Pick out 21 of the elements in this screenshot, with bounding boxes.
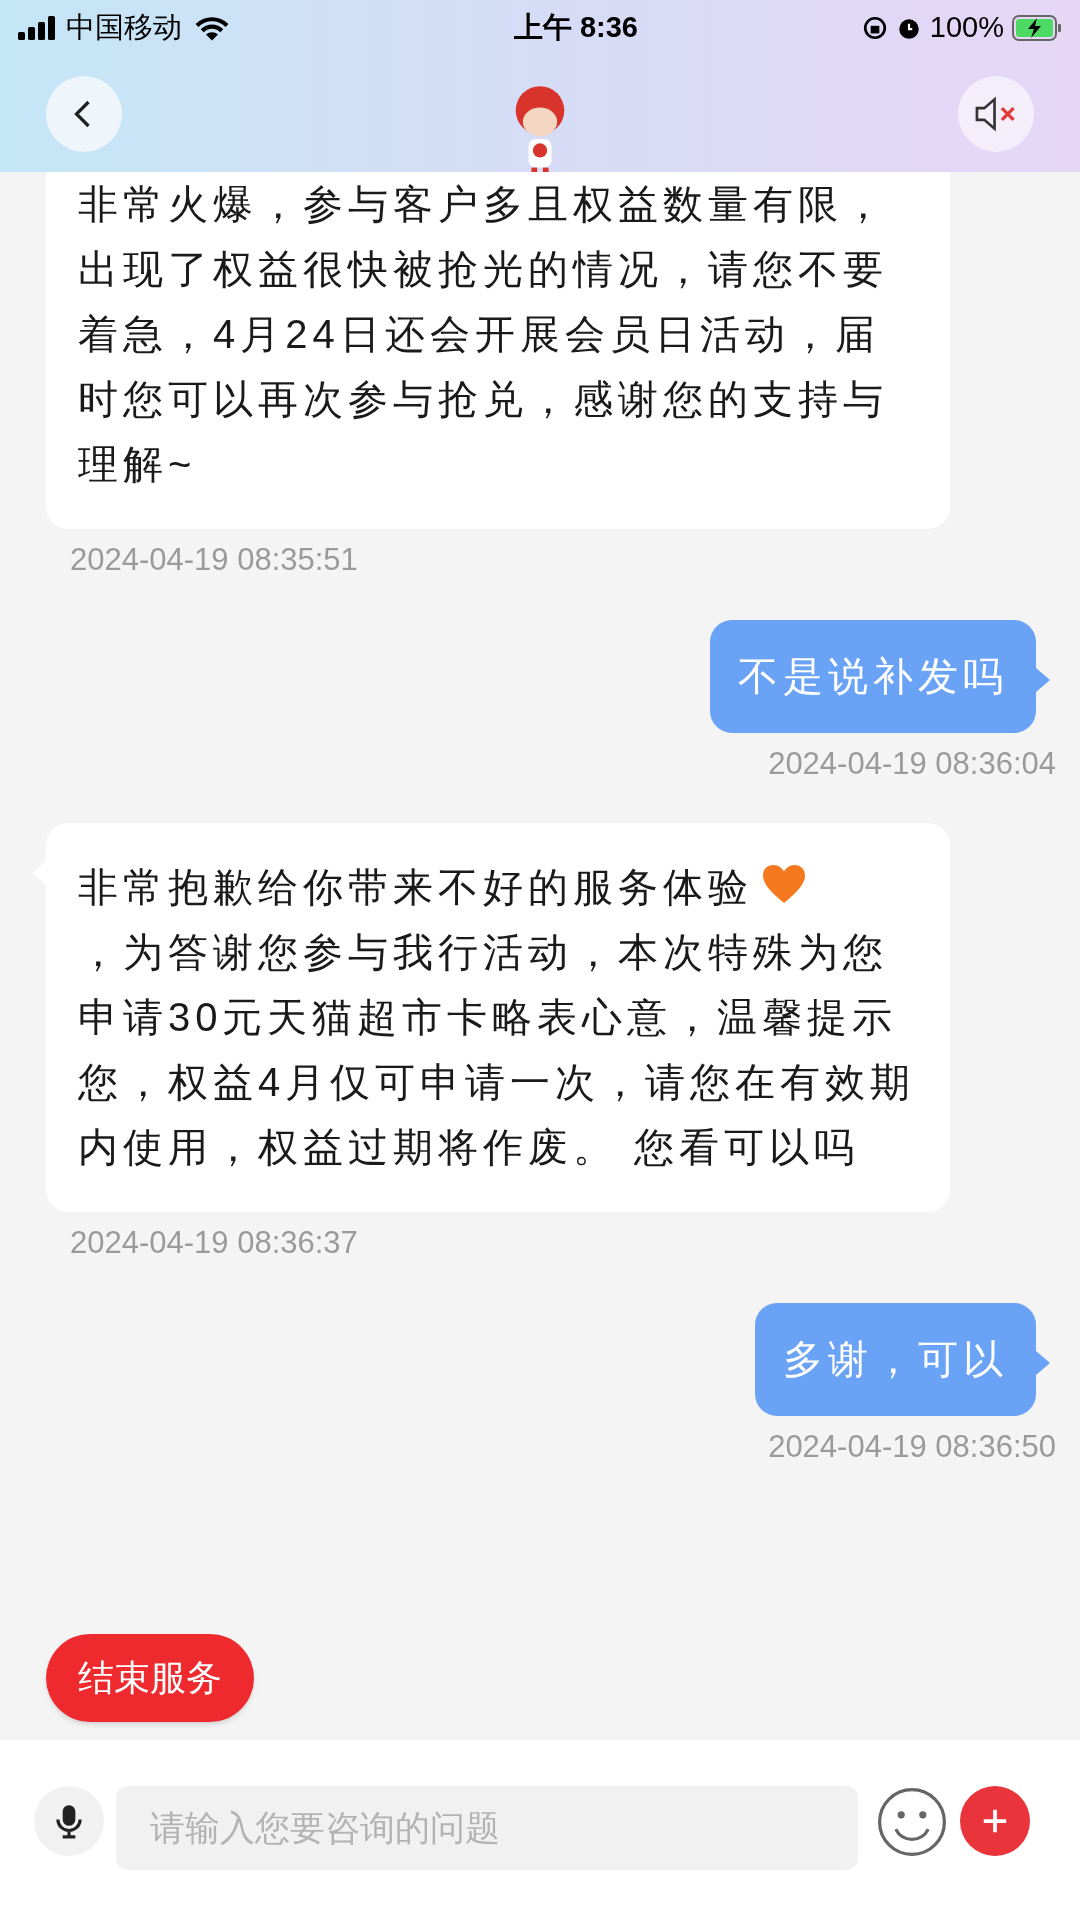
message-text: 非常抱歉给你带来不好的服务体验 <box>78 864 753 911</box>
heart-icon <box>761 863 807 905</box>
smiley-icon[interactable] <box>876 1786 948 1858</box>
message-timestamp: 2024-04-19 08:36:04 <box>768 744 1056 783</box>
question-input[interactable]: 请输入您要咨询的问题 <box>116 1786 858 1870</box>
message-text: 多谢，可以 <box>783 1335 1008 1383</box>
message-text: 不是说补发吗 <box>738 652 1008 700</box>
message-timestamp: 2024-04-19 08:36:37 <box>70 1224 358 1262</box>
speaker-muted-icon <box>974 96 1018 132</box>
signal-icon <box>18 16 58 40</box>
message-timestamp: 2024-04-19 08:35:51 <box>70 541 358 579</box>
end-service-button[interactable]: 结束服务 <box>46 1634 254 1722</box>
message-text: ，为答谢您参与我行活动，本次特殊为您申请30元天猫超市卡略表心意，温馨提示您，权益4月仅可申请一次，请您在有效期内使用，权益过期将作废。 您看可以吗 <box>78 929 917 1171</box>
carrier-name: 中国移动 <box>66 10 182 46</box>
rotation-lock-icon <box>861 15 888 41</box>
status-time: 上午 8:36 <box>513 10 638 46</box>
message-timestamp: 2024-04-19 08:36:50 <box>768 1427 1056 1466</box>
battery-charging-icon <box>1012 15 1062 41</box>
battery-percent: 100% <box>929 10 1004 46</box>
message-text: 非常火爆，参与客户多且权益数量有限，出现了权益很快被抢光的情况，请您不要着急，4月24日还会开展会员日活动，届时您可以再次参与抢兑，感谢您的支持与理解~ <box>78 181 889 488</box>
wifi-icon <box>194 14 230 42</box>
